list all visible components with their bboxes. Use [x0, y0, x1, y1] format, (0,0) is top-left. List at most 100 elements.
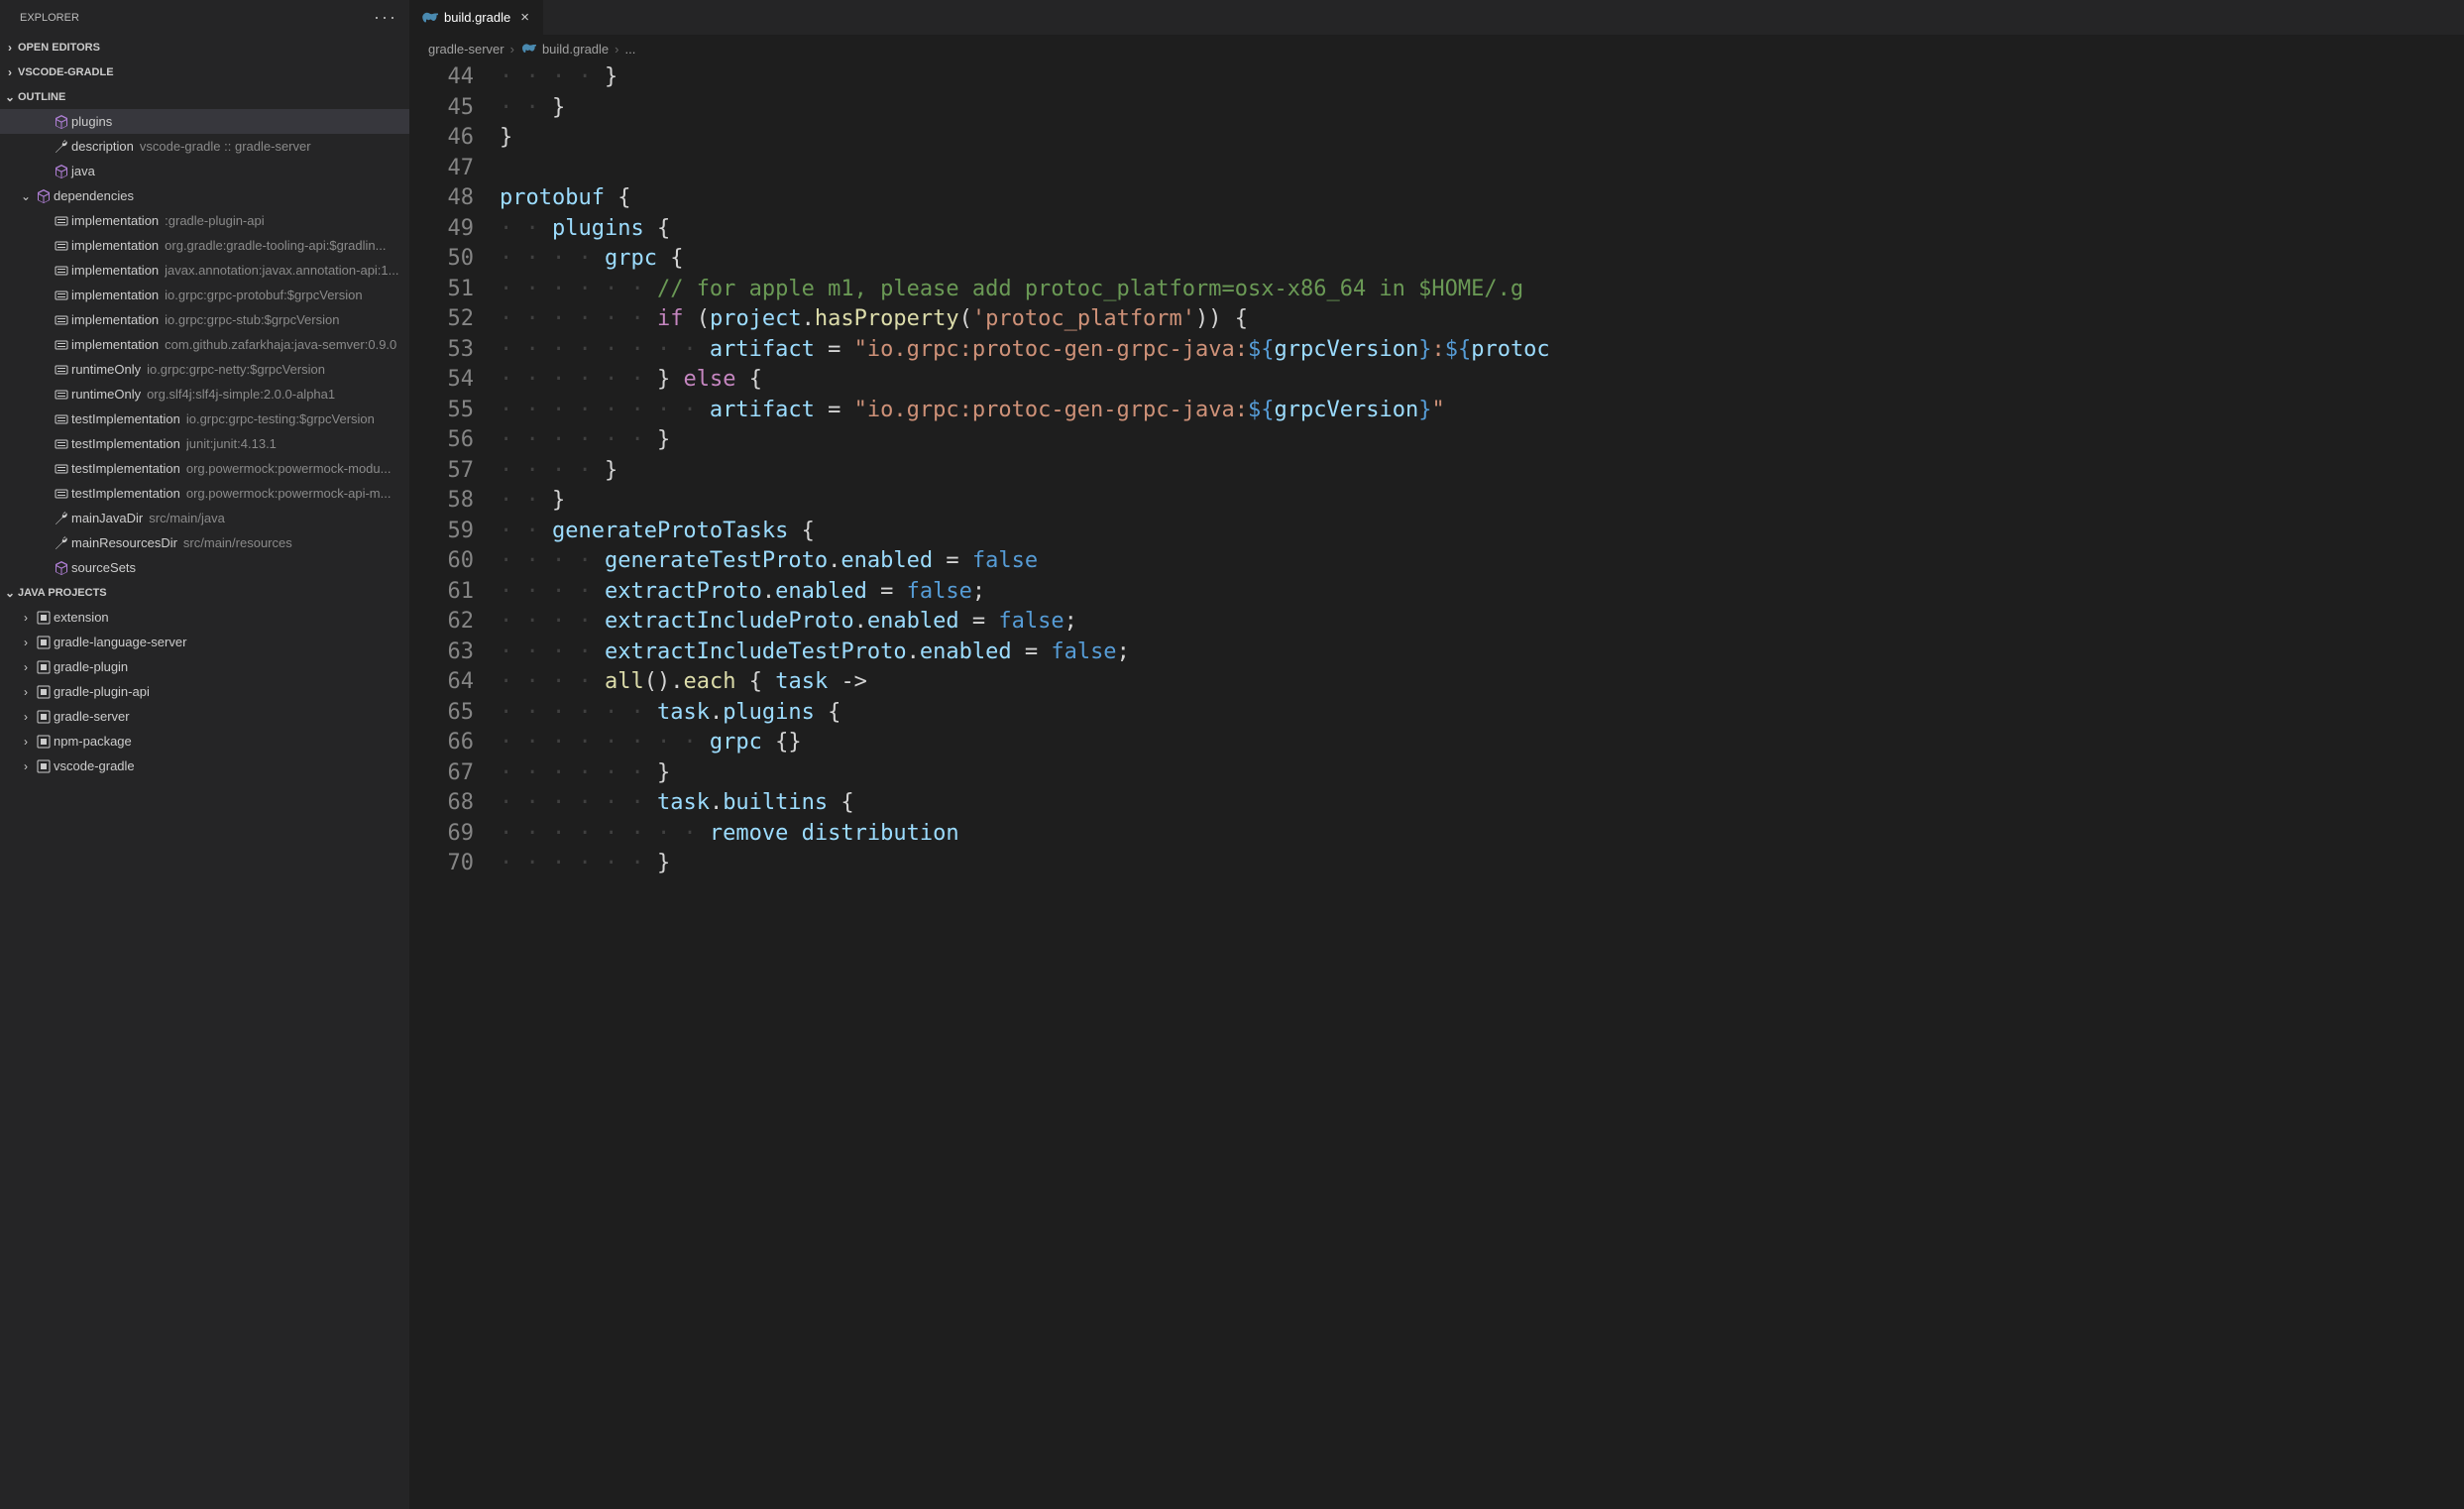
code-line[interactable]: · · · · · · } else {	[500, 365, 2464, 396]
outline-item-java[interactable]: ›java	[0, 159, 409, 183]
outline-item-description: com.github.zafarkhaja:java-semver:0.9.0	[165, 337, 396, 352]
code-line[interactable]: }	[500, 123, 2464, 154]
editor-tabs: build.gradle ×	[410, 0, 2464, 35]
breadcrumb-folder[interactable]: gradle-server	[428, 42, 504, 57]
code-line[interactable]: · · · · generateTestProto.enabled = fals…	[500, 546, 2464, 577]
code-line[interactable]: · · · · · · · · artifact = "io.grpc:prot…	[500, 396, 2464, 426]
outline-item-plugins[interactable]: ›plugins	[0, 109, 409, 134]
outline-item-testImplementation[interactable]: ›testImplementationio.grpc:grpc-testing:…	[0, 406, 409, 431]
constant-icon	[52, 288, 71, 303]
project-item-npm-package[interactable]: ›npm-package	[0, 729, 409, 754]
code-line[interactable]: · · plugins {	[500, 214, 2464, 245]
project-item-vscode-gradle[interactable]: ›vscode-gradle	[0, 754, 409, 778]
constant-icon	[52, 263, 71, 279]
code-line[interactable]: · · · · extractProto.enabled = false;	[500, 577, 2464, 608]
code-line[interactable]: · · }	[500, 486, 2464, 517]
code-line[interactable]: · · · · · · }	[500, 758, 2464, 789]
breadcrumb-file[interactable]: build.gradle	[542, 42, 609, 57]
code-editor[interactable]: 4445464748495051525354555657585960616263…	[410, 62, 2464, 1509]
code-line[interactable]: · · · · · · · · grpc {}	[500, 728, 2464, 758]
constant-icon	[52, 461, 71, 477]
chevron-right-icon: ›	[615, 42, 618, 57]
chevron-right-icon: ›	[18, 636, 34, 649]
project-item-gradle-plugin-api[interactable]: › gradle-plugin-api	[0, 679, 409, 704]
code-line[interactable]: · · generateProtoTasks {	[500, 517, 2464, 547]
code-line[interactable]: · · · · · · · · artifact = "io.grpc:prot…	[500, 335, 2464, 366]
more-actions-icon[interactable]: ···	[374, 7, 397, 28]
code-line[interactable]: · · · · extractIncludeTestProto.enabled …	[500, 638, 2464, 668]
project-label: extension	[54, 610, 109, 625]
code-line[interactable]: · · · · · · task.builtins {	[500, 788, 2464, 819]
line-number: 46	[410, 123, 474, 154]
outline-item-description[interactable]: ›descriptionvscode-gradle :: gradle-serv…	[0, 134, 409, 159]
outline-item-mainResourcesDir[interactable]: ›mainResourcesDirsrc/main/resources	[0, 530, 409, 555]
code-line[interactable]: · · · · grpc {	[500, 244, 2464, 275]
code-line[interactable]: · · · · · · · · remove distribution	[500, 819, 2464, 850]
project-item-gradle-language-server[interactable]: ›gradle-language-server	[0, 630, 409, 654]
outline-item-mainJavaDir[interactable]: ›mainJavaDirsrc/main/java	[0, 506, 409, 530]
project-item-gradle-server[interactable]: ›gradle-server	[0, 704, 409, 729]
outline-item-runtimeOnly[interactable]: ›runtimeOnlyio.grpc:grpc-netty:$grpcVers…	[0, 357, 409, 382]
code-line[interactable]: · · · · }	[500, 62, 2464, 93]
chevron-right-icon: ›	[18, 685, 34, 699]
code-line[interactable]: · · · · all().each { task ->	[500, 667, 2464, 698]
outline-item-implementation[interactable]: ›implementationcom.github.zafarkhaja:jav…	[0, 332, 409, 357]
project-label: gradle-plugin-api	[54, 684, 150, 699]
outline-item-description: vscode-gradle :: gradle-server	[140, 139, 311, 154]
section-java-projects[interactable]: ⌄ JAVA PROJECTS	[0, 580, 409, 605]
outline-item-runtimeOnly[interactable]: ›runtimeOnlyorg.slf4j:slf4j-simple:2.0.0…	[0, 382, 409, 406]
chevron-down-icon: ⌄	[18, 189, 34, 203]
outline-item-label: runtimeOnly	[71, 362, 141, 377]
outline-item-implementation[interactable]: ›implementationio.grpc:grpc-stub:$grpcVe…	[0, 307, 409, 332]
tab-build-gradle[interactable]: build.gradle ×	[410, 0, 544, 35]
outline-item-testImplementation[interactable]: ›testImplementationjunit:junit:4.13.1	[0, 431, 409, 456]
cube-icon	[52, 164, 71, 179]
outline-item-testImplementation[interactable]: ›testImplementationorg.powermock:powermo…	[0, 481, 409, 506]
outline-item-implementation[interactable]: ›implementationio.grpc:grpc-protobuf:$gr…	[0, 283, 409, 307]
outline-item-implementation[interactable]: ›implementation:gradle-plugin-api	[0, 208, 409, 233]
chevron-right-icon: ›	[18, 759, 34, 773]
section-label: OPEN EDITORS	[18, 42, 100, 54]
constant-icon	[52, 312, 71, 328]
outline-item-dependencies[interactable]: ⌄dependencies	[0, 183, 409, 208]
close-icon[interactable]: ×	[516, 9, 533, 26]
code-line[interactable]: · · · · · · task.plugins {	[500, 698, 2464, 729]
outline-item-description: org.slf4j:slf4j-simple:2.0.0-alpha1	[147, 387, 335, 402]
project-item-extension[interactable]: ›extension	[0, 605, 409, 630]
code-line[interactable]: protobuf {	[500, 183, 2464, 214]
constant-icon	[52, 213, 71, 229]
breadcrumb-trail[interactable]: ...	[625, 42, 636, 57]
breadcrumbs[interactable]: gradle-server › build.gradle › ...	[410, 35, 2464, 62]
code-content[interactable]: · · · · }· · }}protobuf {· · plugins {· …	[500, 62, 2464, 1509]
line-number: 63	[410, 638, 474, 668]
code-line[interactable]: · · · · extractIncludeProto.enabled = fa…	[500, 607, 2464, 638]
section-open-editors[interactable]: › OPEN EDITORS	[0, 35, 409, 59]
project-item-gradle-plugin[interactable]: ›gradle-plugin	[0, 654, 409, 679]
module-icon	[34, 684, 54, 700]
section-outline[interactable]: ⌄ OUTLINE	[0, 84, 409, 109]
outline-item-implementation[interactable]: ›implementationorg.gradle:gradle-tooling…	[0, 233, 409, 258]
outline-item-implementation[interactable]: ›implementationjavax.annotation:javax.an…	[0, 258, 409, 283]
code-line[interactable]: · · · · · · }	[500, 425, 2464, 456]
code-line[interactable]: · · · · · · if (project.hasProperty('pro…	[500, 304, 2464, 335]
cube-icon	[34, 188, 54, 204]
module-icon	[34, 610, 54, 626]
code-line[interactable]: · · }	[500, 93, 2464, 124]
project-label: gradle-server	[54, 709, 130, 724]
outline-item-sourceSets[interactable]: ›sourceSets	[0, 555, 409, 580]
outline-item-description: :gradle-plugin-api	[165, 213, 264, 228]
section-vscode-gradle[interactable]: › VSCODE-GRADLE	[0, 59, 409, 84]
code-line[interactable]: · · · · · · }	[500, 849, 2464, 879]
line-number: 47	[410, 154, 474, 184]
cube-icon	[52, 560, 71, 576]
code-line[interactable]: · · · · }	[500, 456, 2464, 487]
tab-label: build.gradle	[444, 10, 510, 25]
line-number: 61	[410, 577, 474, 608]
outline-item-testImplementation[interactable]: ›testImplementationorg.powermock:powermo…	[0, 456, 409, 481]
line-number: 62	[410, 607, 474, 638]
outline-item-description: javax.annotation:javax.annotation-api:1.…	[165, 263, 398, 278]
code-line[interactable]: · · · · · · // for apple m1, please add …	[500, 275, 2464, 305]
outline-item-label: java	[71, 164, 95, 178]
explorer-sidebar: EXPLORER ··· › OPEN EDITORS › VSCODE-GRA…	[0, 0, 410, 1509]
code-line[interactable]	[500, 154, 2464, 184]
